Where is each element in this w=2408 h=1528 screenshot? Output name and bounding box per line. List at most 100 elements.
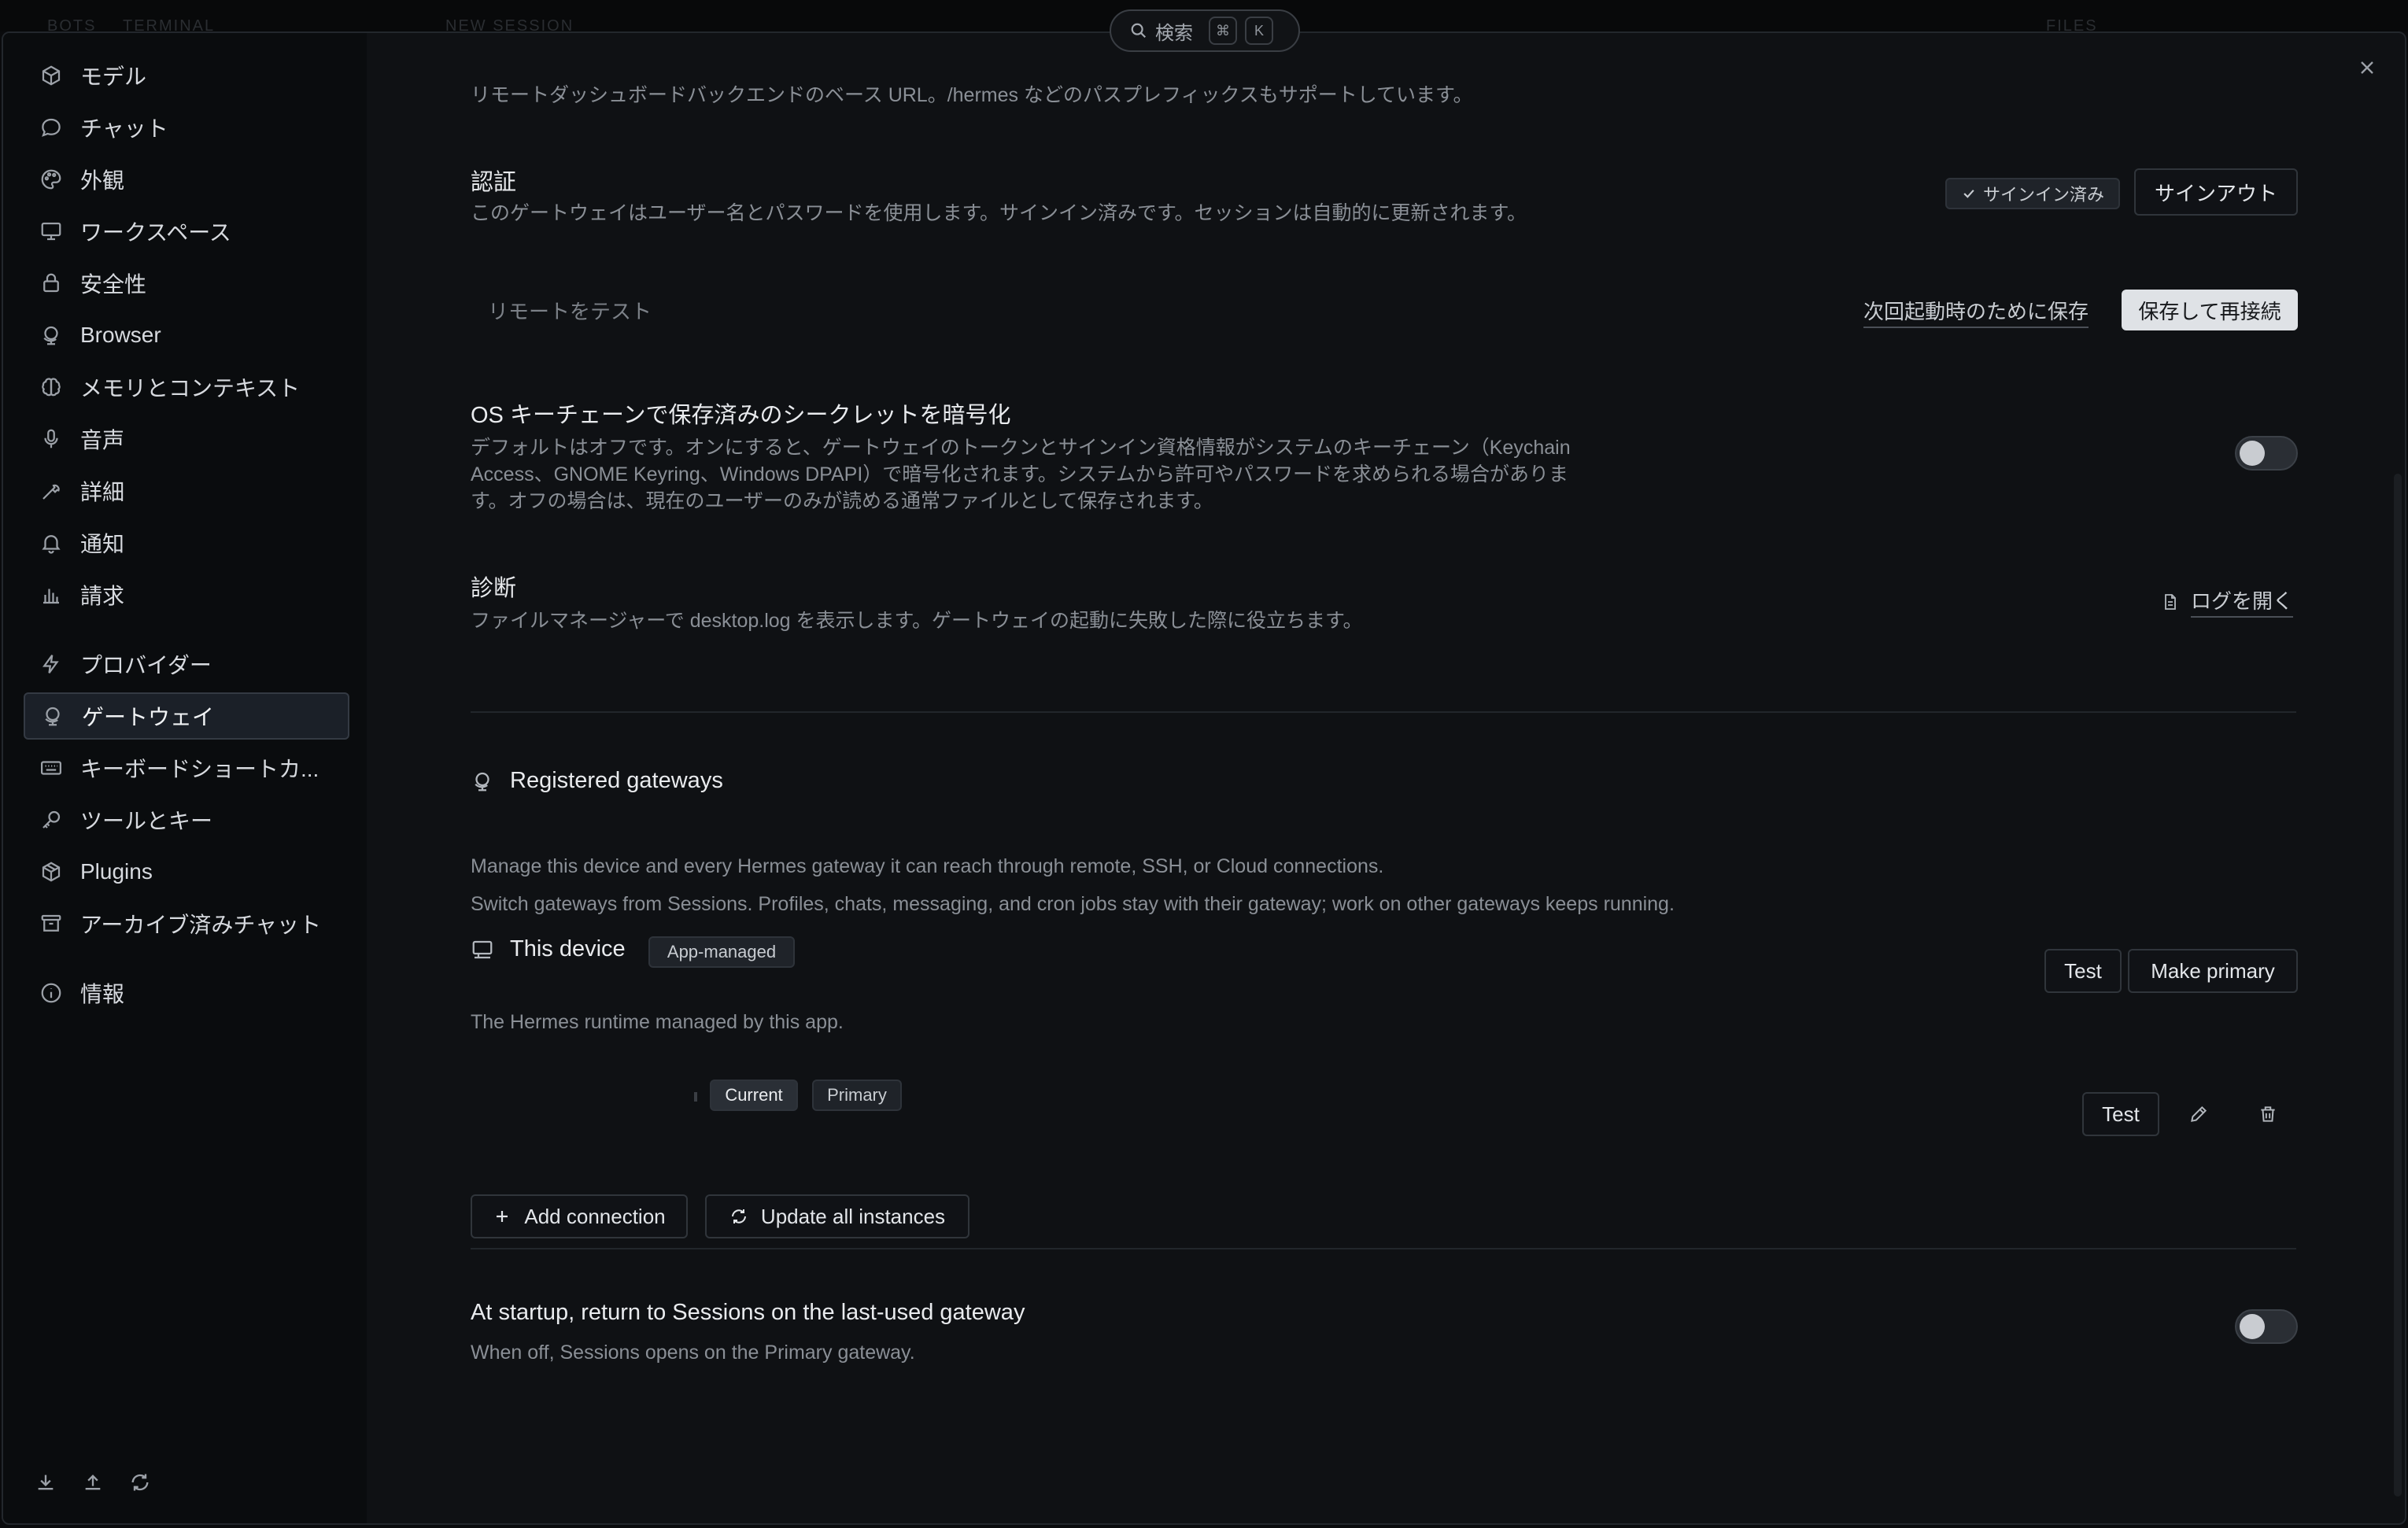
palette-icon xyxy=(39,168,63,191)
shortcut-key-cmd: ⌘ xyxy=(1209,17,1237,45)
close-icon[interactable] xyxy=(2356,57,2378,79)
cube-icon xyxy=(39,64,63,87)
diagnostics-title: 診断 xyxy=(471,576,517,601)
search-icon xyxy=(1130,22,1147,39)
sidebar-item-notifications[interactable]: 通知 xyxy=(24,519,349,567)
pencil-icon xyxy=(2188,1104,2209,1124)
sidebar-item-label: プロバイダー xyxy=(80,653,212,677)
add-connection-label: Add connection xyxy=(524,1204,666,1228)
globe-stand-icon xyxy=(41,704,65,728)
upload-icon[interactable] xyxy=(82,1471,104,1493)
test-device-button[interactable]: Test xyxy=(2044,949,2122,993)
brain-icon xyxy=(39,375,63,399)
key-icon xyxy=(39,808,63,832)
startup-return-title: At startup, return to Sessions on the la… xyxy=(471,1300,1025,1325)
signed-in-label: サインイン済み xyxy=(1982,185,2104,205)
keychain-encryption-toggle[interactable] xyxy=(2235,436,2298,471)
shortcut-key-k: K xyxy=(1245,17,1273,45)
gateways-description-2: Switch gateways from Sessions. Profiles,… xyxy=(471,893,1675,915)
refresh-icon[interactable] xyxy=(129,1471,151,1493)
this-device-description: The Hermes runtime managed by this app. xyxy=(471,1011,844,1033)
sidebar-item-archived-chats[interactable]: アーカイブ済みチャット xyxy=(24,900,349,947)
sidebar-item-label: 通知 xyxy=(80,532,125,556)
microphone-icon xyxy=(39,427,63,451)
download-icon[interactable] xyxy=(35,1471,57,1493)
sidebar-footer xyxy=(35,1471,151,1493)
gateway-settings-panel: リモートダッシュボードバックエンドのベース URL。/hermes などのパスプ… xyxy=(471,33,2298,1523)
sign-out-button[interactable]: サインアウト xyxy=(2134,168,2298,216)
archive-icon xyxy=(39,912,63,936)
sidebar-item-keyboard-shortcuts[interactable]: キーボードショートカ... xyxy=(24,744,349,792)
sidebar-item-billing[interactable]: 請求 xyxy=(24,571,349,618)
sidebar-item-workspace[interactable]: ワークスペース xyxy=(24,208,349,255)
toggle-knob xyxy=(2240,1314,2265,1339)
keychain-description-line: デフォルトはオフです。オンにすると、ゲートウェイのトークンとサインイン資格情報が… xyxy=(471,437,1571,459)
gateways-description-1: Manage this device and every Hermes gate… xyxy=(471,855,1384,877)
auth-title: 認証 xyxy=(471,170,517,195)
sidebar-item-label: アーカイブ済みチャット xyxy=(80,913,322,937)
scrollbar[interactable] xyxy=(2394,474,2402,1497)
plus-icon xyxy=(493,1207,512,1226)
sidebar-item-label: ゲートウェイ xyxy=(82,705,215,729)
sidebar-item-security[interactable]: 安全性 xyxy=(24,260,349,307)
globe-stand-icon xyxy=(471,770,494,793)
sidebar-item-providers[interactable]: プロバイダー xyxy=(24,640,349,688)
sidebar-item-gateway[interactable]: ゲートウェイ xyxy=(24,692,349,740)
info-icon xyxy=(39,981,63,1005)
sidebar-item-tools-keys[interactable]: ツールとキー xyxy=(24,796,349,843)
sidebar-item-label: Browser xyxy=(80,323,161,347)
package-icon xyxy=(39,860,63,884)
diagnostics-description: ファイルマネージャーで desktop.log を表示します。ゲートウェイの起動… xyxy=(471,610,1363,632)
edit-connection-button[interactable] xyxy=(2177,1092,2221,1136)
test-connection-button[interactable]: Test xyxy=(2082,1092,2159,1136)
keychain-title: OS キーチェーンで保存済みのシークレットを暗号化 xyxy=(471,403,1011,428)
settings-sidebar: モデル チャット 外観 ワークスペース 安全性 Browser メモリとコンテキ… xyxy=(3,33,367,1523)
app-managed-badge: App-managed xyxy=(648,936,795,968)
test-remote-button[interactable]: リモートをテスト xyxy=(488,296,652,325)
update-all-label: Update all instances xyxy=(760,1204,946,1228)
add-connection-button[interactable]: Add connection xyxy=(471,1194,688,1238)
sidebar-item-label: メモリとコンテキスト xyxy=(80,376,301,400)
sidebar-item-appearance[interactable]: 外観 xyxy=(24,156,349,203)
keychain-description-line: Access、GNOME Keyring、Windows DPAPI）で暗号化さ… xyxy=(471,463,1569,485)
delete-connection-button[interactable] xyxy=(2246,1092,2290,1136)
primary-badge: Primary xyxy=(812,1080,902,1111)
sidebar-item-advanced[interactable]: 詳細 xyxy=(24,467,349,515)
sidebar-item-label: 外観 xyxy=(80,168,125,193)
globe-stand-icon xyxy=(39,323,63,347)
save-for-next-launch-button[interactable]: 次回起動時のために保存 xyxy=(1863,296,2089,328)
sidebar-item-chat[interactable]: チャット xyxy=(24,104,349,151)
registered-gateways-header: Registered gateways xyxy=(471,768,723,794)
sidebar-item-memory[interactable]: メモリとコンテキスト xyxy=(24,364,349,411)
sidebar-item-label: チャット xyxy=(80,116,168,141)
startup-return-toggle[interactable] xyxy=(2235,1309,2298,1344)
sidebar-item-about[interactable]: 情報 xyxy=(24,969,349,1017)
save-and-reconnect-button[interactable]: 保存して再接続 xyxy=(2122,290,2298,330)
sidebar-item-label: ワークスペース xyxy=(80,220,231,245)
bolt-icon xyxy=(39,652,63,676)
update-all-instances-button[interactable]: Update all instances xyxy=(705,1194,969,1238)
keyboard-icon xyxy=(39,756,63,780)
lock-icon xyxy=(39,271,63,295)
sidebar-item-label: 情報 xyxy=(80,982,125,1006)
sidebar-item-label: 詳細 xyxy=(80,480,125,504)
sidebar-item-label: モデル xyxy=(80,65,147,89)
open-logs-label: ログを開く xyxy=(2191,585,2294,618)
monitor-icon xyxy=(471,938,494,961)
document-icon xyxy=(2161,592,2180,612)
settings-modal: モデル チャット 外観 ワークスペース 安全性 Browser メモリとコンテキ… xyxy=(2,31,2406,1525)
sidebar-item-label: キーボードショートカ... xyxy=(80,757,319,781)
sidebar-item-voice[interactable]: 音声 xyxy=(24,415,349,463)
sidebar-item-label: ツールとキー xyxy=(80,809,213,833)
signed-in-badge: サインイン済み xyxy=(1945,178,2120,209)
make-primary-button[interactable]: Make primary xyxy=(2128,949,2298,993)
divider xyxy=(471,1248,2296,1249)
remote-url-description: リモートダッシュボードバックエンドのベース URL。/hermes などのパスプ… xyxy=(471,84,1473,106)
check-icon xyxy=(1961,186,1977,201)
open-logs-button[interactable]: ログを開く xyxy=(2161,585,2294,618)
startup-return-description: When off, Sessions opens on the Primary … xyxy=(471,1342,915,1364)
search-button[interactable]: 検索 ⌘ K xyxy=(1110,9,1300,52)
sidebar-item-browser[interactable]: Browser xyxy=(24,312,349,359)
sidebar-item-model[interactable]: モデル xyxy=(24,52,349,99)
sidebar-item-plugins[interactable]: Plugins xyxy=(24,848,349,895)
